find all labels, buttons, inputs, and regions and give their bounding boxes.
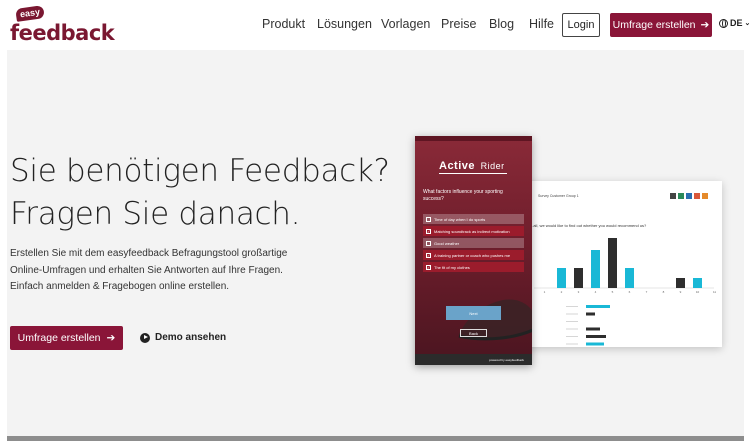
language-label: DE bbox=[730, 18, 743, 28]
header-create-survey-label: Umfrage erstellen bbox=[612, 19, 696, 31]
nav-hilfe[interactable]: Hilfe bbox=[529, 17, 554, 31]
top-navigation: easy feedback Produkt Lösungen Vorlagen … bbox=[0, 0, 750, 50]
survey-next-button[interactable]: Next bbox=[446, 306, 501, 320]
checkbox-empty-icon bbox=[426, 216, 431, 222]
report-bar-chart: 1 2 3 4 5 6 7 8 9 10 11 bbox=[534, 238, 716, 346]
chart-bar bbox=[574, 268, 583, 288]
brand-word-1: Active bbox=[439, 160, 476, 172]
breakdown-bar bbox=[586, 342, 604, 346]
logo-wordmark: feedback bbox=[10, 21, 115, 45]
survey-option-label: Good weather bbox=[434, 240, 460, 246]
breakdown-bar bbox=[586, 327, 600, 331]
survey-back-button[interactable]: Back bbox=[460, 329, 487, 337]
phone-survey-preview: Active Rider What factors influence your… bbox=[415, 136, 532, 365]
survey-option[interactable]: ✓ The fit of my clothes bbox=[423, 262, 524, 272]
survey-option-label: A training partner or coach who pushes m… bbox=[434, 252, 511, 258]
hero-headline-line-1: Sie benötigen Feedback? bbox=[10, 153, 390, 189]
chart-bar bbox=[591, 250, 600, 288]
checkbox-checked-icon: ✓ bbox=[426, 264, 431, 270]
chart-bar bbox=[608, 238, 617, 288]
header-create-survey-button[interactable]: Umfrage erstellen ➔ bbox=[610, 13, 712, 37]
play-icon bbox=[140, 332, 150, 343]
x-tick-label: 10 bbox=[696, 290, 700, 294]
arrow-right-icon: ➔ bbox=[700, 19, 710, 31]
phone-footer: powered by easyfeedback bbox=[415, 354, 532, 365]
survey-question: What factors influence your sporting suc… bbox=[423, 189, 503, 202]
globe-icon bbox=[719, 18, 728, 28]
survey-option-label: Matching soundtrack as indirect motivati… bbox=[434, 228, 510, 234]
chart-bar bbox=[625, 268, 634, 288]
checkbox-checked-icon: ✓ bbox=[426, 228, 431, 234]
hero-headline: Sie benötigen Feedback? Fragen Sie danac… bbox=[10, 150, 390, 236]
checkbox-empty-icon bbox=[426, 240, 431, 246]
survey-option[interactable]: Time of day when I do sports bbox=[423, 214, 524, 224]
login-button[interactable]: Login bbox=[562, 13, 600, 37]
nav-loesungen[interactable]: Lösungen bbox=[317, 17, 372, 31]
demo-link[interactable]: Demo ansehen bbox=[140, 332, 226, 343]
hero-subtitle: Erstellen Sie mit dem easyfeedback Befra… bbox=[10, 248, 288, 292]
breakdown-bar bbox=[586, 312, 595, 316]
language-selector[interactable]: DE ⌄ bbox=[719, 18, 750, 28]
hero-create-survey-label: Umfrage erstellen bbox=[17, 332, 101, 344]
brand-logo: Active Rider bbox=[439, 160, 505, 172]
x-tick-label: 1 bbox=[544, 290, 546, 294]
breakdown-bar bbox=[586, 335, 606, 338]
x-tick-label: 7 bbox=[646, 290, 648, 294]
survey-option[interactable]: ✓ A training partner or coach who pushes… bbox=[423, 250, 524, 260]
chart-bar bbox=[676, 278, 685, 288]
survey-option[interactable]: Good weather bbox=[423, 238, 524, 248]
survey-option-label: The fit of my clothes bbox=[434, 264, 470, 270]
report-preview-card: Survey Customer Group 1 ...all, we would… bbox=[518, 181, 722, 347]
nav-blog[interactable]: Blog bbox=[489, 17, 514, 31]
page: easy feedback Produkt Lösungen Vorlagen … bbox=[0, 0, 750, 441]
x-tick-label: 2 bbox=[561, 290, 563, 294]
checkbox-checked-icon: ✓ bbox=[426, 252, 431, 258]
brand-word-2: Rider bbox=[480, 161, 505, 171]
survey-option-label: Time of day when I do sports bbox=[434, 216, 486, 222]
breakdown-bar bbox=[586, 305, 610, 308]
x-tick-label: 8 bbox=[663, 290, 665, 294]
x-tick-label: 11 bbox=[713, 290, 716, 294]
nav-produkt[interactable]: Produkt bbox=[262, 17, 305, 31]
logo-easy-badge: easy bbox=[15, 5, 45, 22]
arrow-right-icon: ➔ bbox=[106, 332, 116, 344]
easyfeedback-logo[interactable]: easy feedback bbox=[10, 5, 115, 45]
survey-option[interactable]: ✓ Matching soundtrack as indirect motiva… bbox=[423, 226, 524, 236]
x-tick-label: 4 bbox=[595, 290, 597, 294]
chevron-down-icon: ⌄ bbox=[744, 20, 750, 27]
nav-preise[interactable]: Preise bbox=[441, 17, 476, 31]
x-tick-label: 5 bbox=[612, 290, 614, 294]
brand-underline bbox=[439, 173, 507, 174]
section-divider bbox=[7, 436, 744, 441]
hero-headline-line-2: Fragen Sie danach. bbox=[10, 196, 301, 232]
hero-create-survey-button[interactable]: Umfrage erstellen ➔ bbox=[10, 326, 123, 350]
x-tick-label: 3 bbox=[578, 290, 580, 294]
demo-label: Demo ansehen bbox=[155, 332, 227, 343]
chart-bar bbox=[557, 268, 566, 288]
x-tick-label: 6 bbox=[629, 290, 631, 294]
chart-bar bbox=[693, 278, 702, 288]
nav-vorlagen[interactable]: Vorlagen bbox=[381, 17, 430, 31]
phone-status-bar bbox=[415, 136, 532, 141]
x-tick-label: 9 bbox=[680, 290, 682, 294]
